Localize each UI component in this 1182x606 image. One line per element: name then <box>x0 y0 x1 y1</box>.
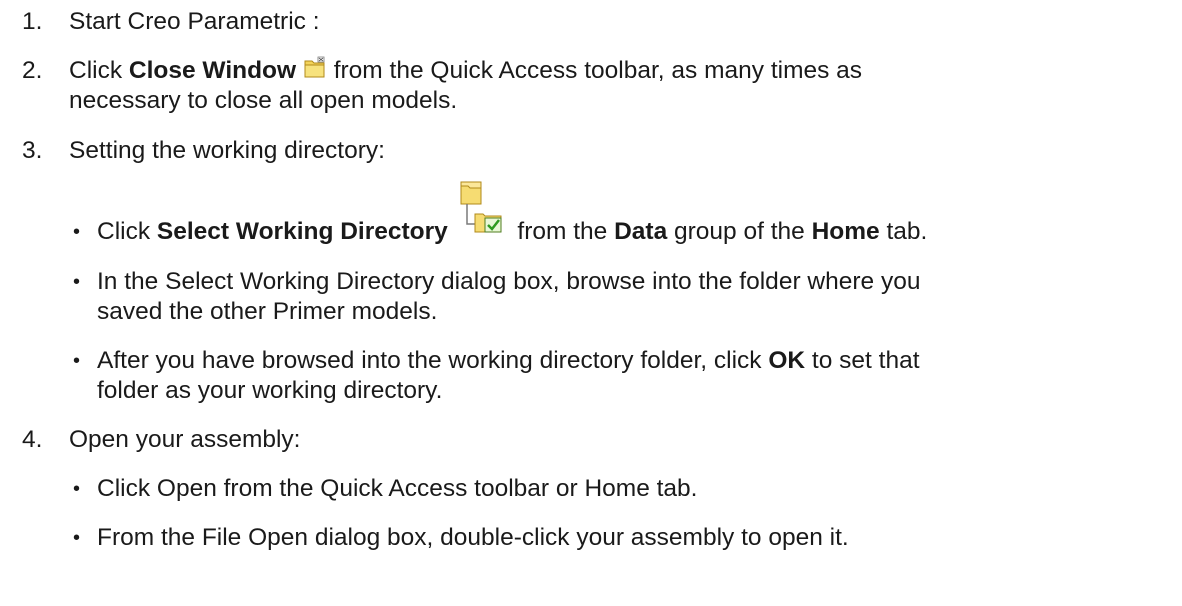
bullet-text-part: After you have browsed into the working … <box>97 347 769 374</box>
close-window-folder-icon <box>303 56 327 88</box>
bullet-text-part: Click <box>97 218 157 245</box>
step-number: 4. <box>22 426 43 453</box>
bullet-marker: • <box>73 527 81 549</box>
select-working-directory-icon <box>455 181 511 247</box>
bullet-text: Click Open from the Quick Access toolbar… <box>97 475 698 502</box>
home-tab-label: Home <box>811 218 880 245</box>
step-number: 3. <box>22 137 43 164</box>
step-text: Start Creo Parametric : <box>69 8 320 35</box>
bullet-marker: • <box>73 478 81 500</box>
ok-label: OK <box>768 347 806 374</box>
step-text: Click Close Window from the Quick Access… <box>69 56 862 88</box>
bullet-text-part: group of the <box>667 218 812 245</box>
step-text: Setting the working directory: <box>69 137 385 164</box>
bullet-text: saved the other Primer models. <box>97 298 438 325</box>
bullet-text-part: to set that <box>805 347 920 374</box>
bullet-text: From the File Open dialog box, double-cl… <box>97 524 849 551</box>
close-window-label: Close Window <box>128 57 297 84</box>
step-text: necessary to close all open models. <box>69 87 458 114</box>
step-text-part: from the Quick Access toolbar, as many t… <box>326 57 863 84</box>
step-number: 1. <box>22 8 43 35</box>
bullet-text-part: tab. <box>879 218 928 245</box>
bullet-marker: • <box>73 221 81 243</box>
step-text: Open your assembly: <box>69 426 301 453</box>
data-group-label: Data <box>614 218 668 245</box>
bullet-text: After you have browsed into the working … <box>97 346 920 376</box>
bullet-text-part: from the <box>510 218 615 245</box>
bullet-text: In the Select Working Directory dialog b… <box>97 268 921 295</box>
step-text-part: Click <box>69 57 129 84</box>
bullet-text: folder as your working directory. <box>97 377 443 404</box>
select-working-directory-label: Select Working Directory <box>156 218 448 245</box>
bullet-marker: • <box>73 271 81 293</box>
step-number: 2. <box>22 57 43 84</box>
bullet-text: Click Select Working Directory from the … <box>97 181 928 247</box>
bullet-marker: • <box>73 350 81 372</box>
